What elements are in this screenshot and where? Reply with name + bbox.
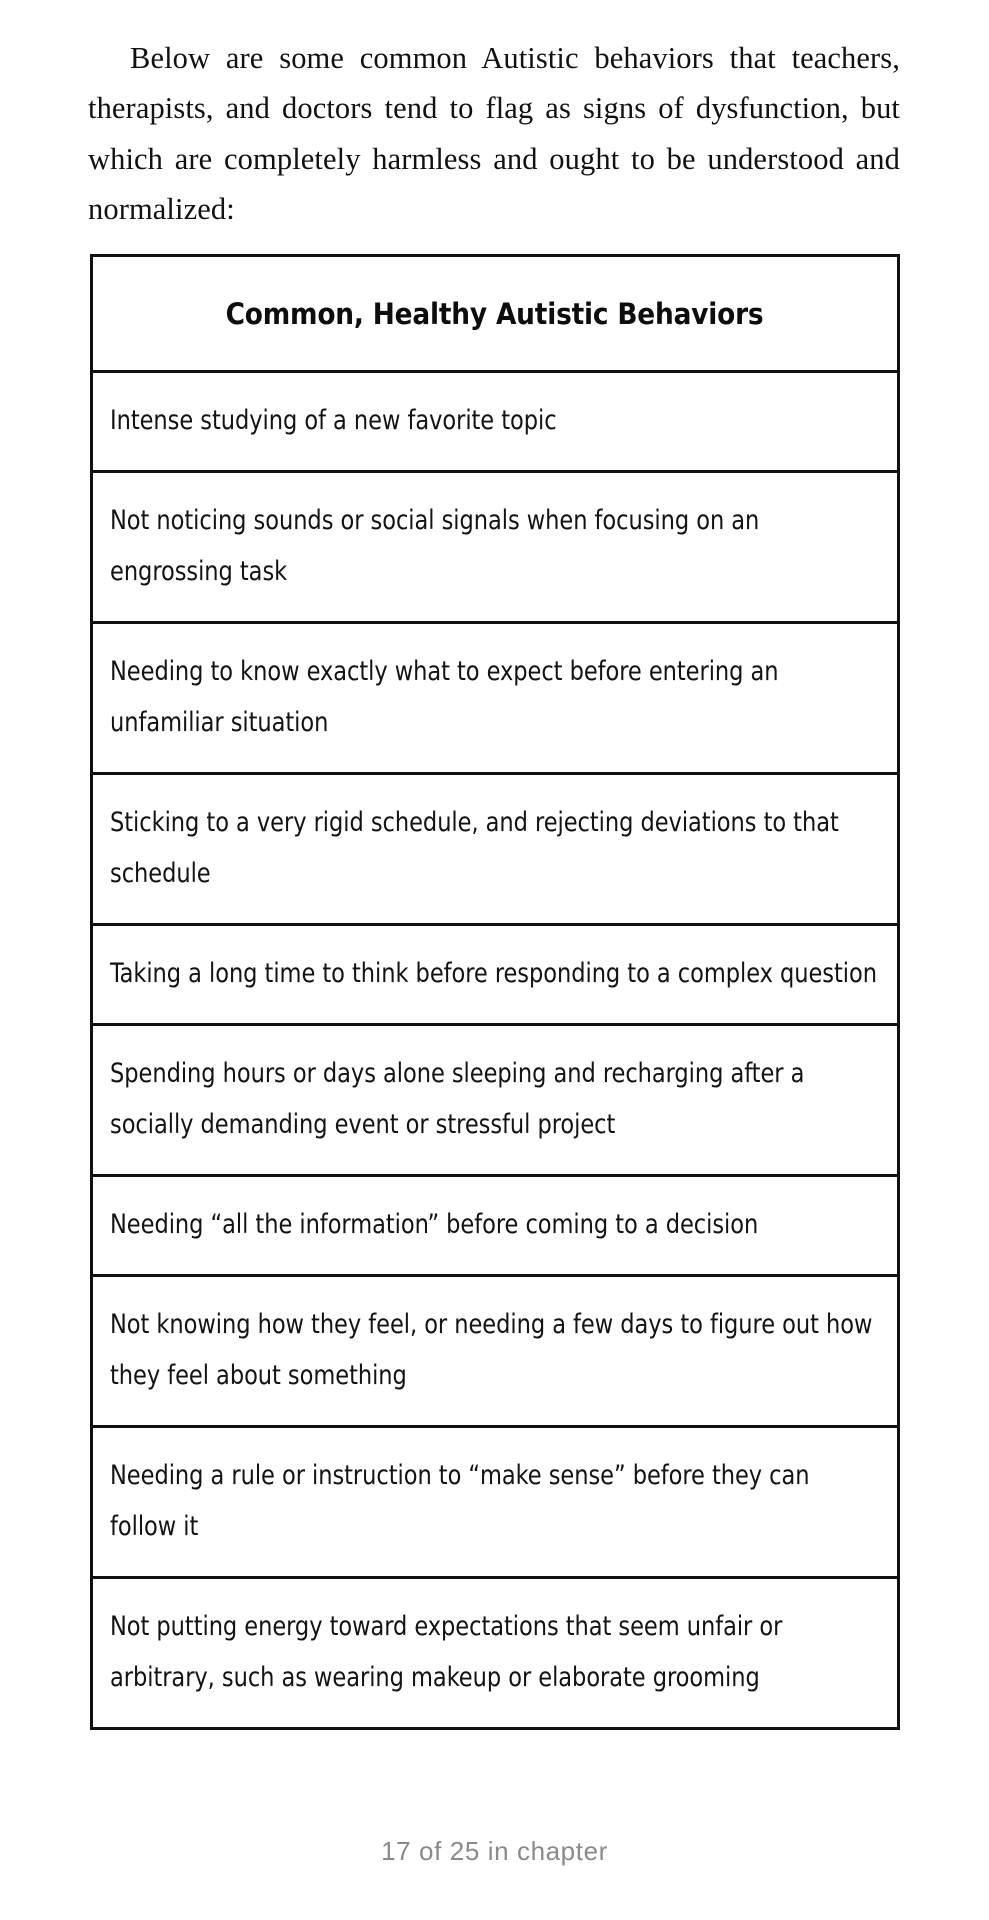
table-cell-text: Not knowing how they feel, or needing a … (110, 1309, 873, 1391)
table-header-title: Common, Healthy Autistic Behaviors (226, 296, 764, 331)
table-header-row: Common, Healthy Autistic Behaviors (93, 257, 897, 373)
table-cell-text: Taking a long time to think before respo… (110, 958, 877, 989)
table-row: Needing a rule or instruction to “make s… (93, 1428, 897, 1579)
chapter-position-status: 17 of 25 in chapter (381, 1836, 608, 1866)
table-cell-text: Needing to know exactly what to expect b… (110, 656, 779, 738)
table-cell-text: Sticking to a very rigid schedule, and r… (110, 807, 839, 889)
reader-page: Below are some common Autistic behaviors… (0, 0, 989, 1920)
table-cell-text: Not noticing sounds or social signals wh… (110, 505, 760, 587)
table-cell-text: Needing “all the information” before com… (110, 1209, 759, 1240)
table-row: Spending hours or days alone sleeping an… (93, 1026, 897, 1177)
table-row: Intense studying of a new favorite topic (93, 373, 897, 473)
table-row: Not putting energy toward expectations t… (93, 1579, 897, 1727)
table-cell-text: Intense studying of a new favorite topic (110, 405, 557, 436)
behaviors-table: Common, Healthy Autistic Behaviors Inten… (90, 254, 900, 1730)
table-row: Not knowing how they feel, or needing a … (93, 1277, 897, 1428)
table-row: Needing “all the information” before com… (93, 1177, 897, 1277)
table-row: Taking a long time to think before respo… (93, 926, 897, 1026)
table-cell-text: Not putting energy toward expectations t… (110, 1611, 783, 1693)
table-cell-text: Needing a rule or instruction to “make s… (110, 1460, 810, 1542)
intro-paragraph: Below are some common Autistic behaviors… (88, 40, 900, 227)
table-cell-text: Spending hours or days alone sleeping an… (110, 1058, 805, 1140)
table-row: Sticking to a very rigid schedule, and r… (93, 775, 897, 926)
table-row: Needing to know exactly what to expect b… (93, 624, 897, 775)
table-row: Not noticing sounds or social signals wh… (93, 473, 897, 624)
page-footer: 17 of 25 in chapter (0, 1836, 989, 1867)
